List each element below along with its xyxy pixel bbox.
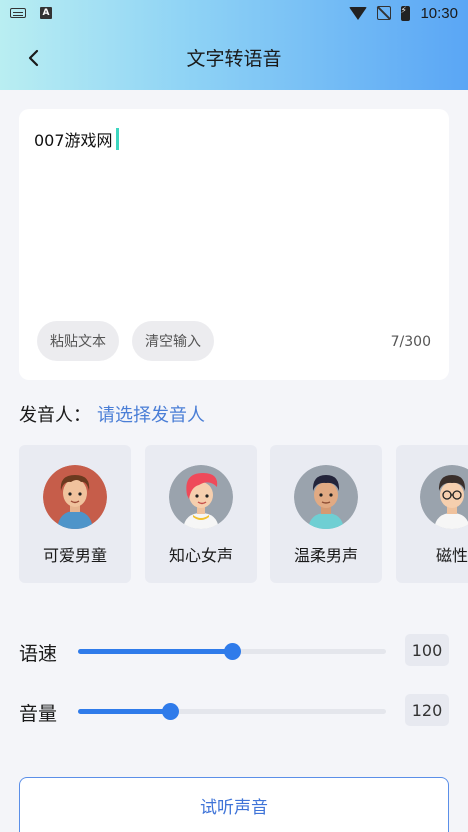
speed-slider-row: 语速 100: [19, 634, 449, 670]
man-avatar-icon: [294, 465, 358, 529]
speed-slider-fill: [78, 649, 232, 654]
volume-slider-row: 音量 120: [19, 694, 449, 730]
glasses-man-avatar-icon: [420, 465, 468, 529]
voice-card-gentle-male[interactable]: 温柔男声: [270, 445, 382, 583]
page-title: 文字转语音: [186, 48, 282, 70]
status-bar: A 10:30: [0, 0, 468, 26]
voice-name: 可爱男童: [42, 546, 107, 565]
input-text: 007游戏网: [34, 131, 113, 150]
speed-slider[interactable]: [78, 643, 386, 660]
volume-slider[interactable]: [78, 703, 386, 720]
volume-slider-thumb[interactable]: [162, 703, 180, 720]
volume-label: 音量: [19, 703, 58, 725]
clear-input-button[interactable]: 清空输入: [132, 321, 214, 361]
voice-name: 知心女声: [168, 546, 233, 565]
speed-label: 语速: [19, 643, 58, 665]
listen-button[interactable]: 试听声音: [19, 777, 449, 832]
char-counter: 7/300: [390, 334, 431, 350]
speaker-label: 发音人：: [19, 405, 91, 426]
speed-slider-thumb[interactable]: [224, 643, 241, 660]
volume-slider-fill: [78, 709, 171, 714]
voice-card-cute-boy[interactable]: 可爱男童: [19, 445, 131, 583]
a-icon: A: [40, 7, 52, 19]
speed-value: 100: [405, 634, 449, 666]
speaker-row: 发音人： 请选择发音人: [19, 401, 205, 427]
wifi-icon: [349, 6, 368, 20]
voice-card-caring-female[interactable]: 知心女声: [145, 445, 257, 583]
header-bar: A 10:30 文字转语音: [0, 0, 468, 90]
battery-charging-icon: [400, 5, 411, 21]
girl-avatar-icon: [169, 465, 233, 529]
voice-card-magnetic[interactable]: 磁性: [396, 445, 468, 583]
keyboard-icon: [10, 8, 26, 18]
text-caret: [115, 128, 119, 150]
no-signal-icon: [377, 6, 392, 20]
volume-value: 120: [405, 694, 449, 726]
voice-name: 温柔男声: [293, 546, 358, 565]
text-input-card[interactable]: 007游戏网 粘贴文本 清空输入 7/300: [19, 109, 449, 380]
status-time: 10:30: [420, 4, 458, 22]
boy-avatar-icon: [43, 465, 107, 529]
select-speaker-link[interactable]: 请选择发音人: [97, 401, 205, 427]
paste-text-button[interactable]: 粘贴文本: [37, 321, 119, 361]
voice-list[interactable]: 可爱男童 知心女声 温柔男声 磁性: [19, 445, 468, 585]
voice-name: 磁性: [435, 546, 468, 565]
text-input[interactable]: 007游戏网: [34, 127, 119, 151]
